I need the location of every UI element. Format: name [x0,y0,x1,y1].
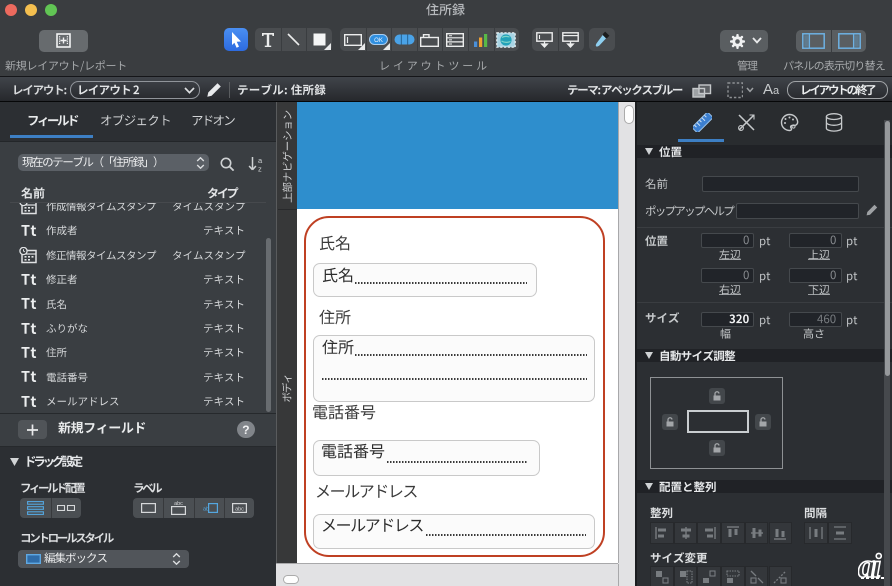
svg-text:z: z [258,164,262,172]
svg-text:abc: abc [235,506,244,512]
svg-text:OK: OK [374,38,383,44]
